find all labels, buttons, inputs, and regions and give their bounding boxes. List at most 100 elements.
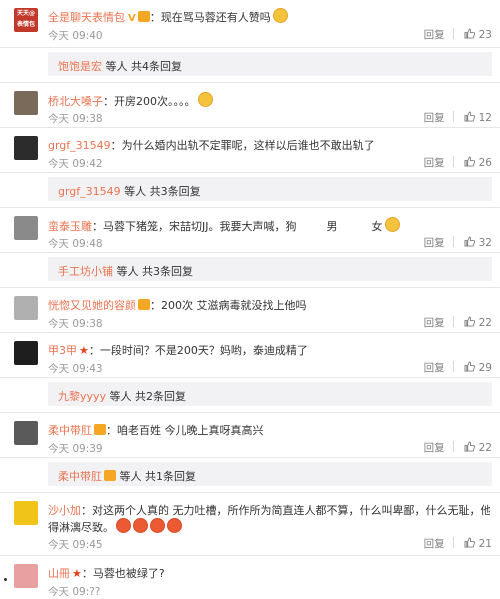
comment-text-part: 女 [371, 220, 383, 233]
verified-badge: V [128, 13, 136, 24]
thumbs-up-icon[interactable] [464, 361, 475, 372]
reply-button[interactable]: 回复 [424, 157, 445, 169]
subreply-summary[interactable]: grgf_31549 等人 共3条回复 [48, 177, 492, 201]
comment-text: ：为什么婚内出轨不定罪呢，这样以后谁也不敢出轨了 [110, 139, 375, 152]
like-count: 23 [478, 29, 492, 41]
subreply-count[interactable]: 等人 共4条回复 [102, 60, 182, 73]
subreply-user[interactable]: grgf_31549 [58, 185, 121, 198]
reply-button[interactable]: 回复 [424, 442, 445, 454]
subreply-summary[interactable]: 九黎yyyy 等人 共2条回复 [48, 382, 492, 406]
comment-item: 甲3甲 ★：一段时间？不是200天？妈哟，泰迪成精了 今天 09:43 回复 29 [0, 333, 500, 378]
comment-username[interactable]: 蛮泰玉雕 [48, 220, 92, 233]
comment-text: ：200次 艾滋病毒就没找上他吗 [150, 299, 307, 312]
avatar[interactable] [14, 564, 38, 588]
comment-actions: 回复 22 [424, 440, 492, 455]
thumbs-up-icon[interactable] [464, 441, 475, 452]
emoji-icon [116, 518, 131, 533]
thumbs-up-icon[interactable] [464, 156, 475, 167]
subreply-user[interactable]: 手工坊小铺 [58, 265, 113, 278]
comment-text: ：马蓉下猪笼，宋喆切JJ。我要大声喊，狗 [92, 220, 297, 233]
star-icon: ★ [72, 567, 82, 580]
subreply-summary[interactable]: 饱饱是宏 等人 共4条回复 [48, 52, 492, 76]
thumbs-up-icon[interactable] [464, 111, 475, 122]
comment-username[interactable]: grgf_31549 [48, 139, 111, 152]
comment-text: ：开房200次。。。。 [103, 95, 196, 108]
comment-username[interactable]: 沙小加 [48, 504, 81, 517]
reply-button[interactable]: 回复 [424, 112, 445, 124]
comment-feed: 天天@ 表情包 全是聊天表情包 V ：现在骂马蓉还有人赞吗 今天 09:40 回复 2… [0, 0, 500, 598]
comment-text-cont: 得淋漓尽致。 [48, 521, 114, 534]
comment-time: 今天 09:38 [48, 113, 103, 125]
subreply-block: 柔中带肛 等人 共1条回复 [0, 458, 500, 492]
comment-line: 桥北大嗓子：开房200次。。。。 [48, 92, 490, 109]
comment-time: 今天 09:48 [48, 238, 103, 250]
comment-line: 蛮泰玉雕：马蓉下猪笼，宋喆切JJ。我要大声喊，狗 男 女 [48, 217, 490, 234]
comment-text: ：马蓉也被绿了? [81, 567, 165, 580]
avatar[interactable] [14, 91, 38, 115]
avatar[interactable] [14, 421, 38, 445]
subreply-summary[interactable]: 手工坊小铺 等人 共3条回复 [48, 257, 492, 281]
thumbs-up-icon[interactable] [464, 236, 475, 247]
bullet-dot [4, 578, 7, 581]
avatar[interactable] [14, 216, 38, 240]
comment-item: 桥北大嗓子：开房200次。。。。 今天 09:38 回复 12 [0, 82, 500, 128]
comment-actions: 回复 23 [424, 27, 492, 42]
subreply-count[interactable]: 等人 共2条回复 [106, 390, 187, 403]
subreply-user[interactable]: 饱饱是宏 [58, 60, 102, 73]
avatar[interactable] [14, 296, 38, 320]
comment-time: 今天 09:40 [48, 30, 103, 42]
comment-text-part: 男 [326, 220, 338, 233]
comment-username[interactable]: 柔中带肛 [48, 424, 92, 437]
like-count: 12 [478, 112, 492, 124]
comment-item: 山冊 ★：马蓉也被绿了? 今天 09:?? [0, 556, 500, 598]
emoji-icon [167, 518, 182, 533]
comment-line: 得淋漓尽致。 [48, 518, 490, 535]
comment-item: 沙小加：对这两个人真的 无力吐槽，所作所为简直连人都不算，什么叫卑鄙，什么无耻，… [0, 492, 500, 556]
comment-item: 恍惚又见她的容颜 ：200次 艾滋病毒就没找上他吗 今天 09:38 回复 22 [0, 287, 500, 333]
subreply-summary[interactable]: 柔中带肛 等人 共1条回复 [48, 462, 492, 486]
comment-text: ：现在骂马蓉还有人赞吗 [149, 11, 271, 24]
comment-username[interactable]: 恍惚又见她的容颜 [48, 299, 136, 312]
reply-button[interactable]: 回复 [424, 237, 445, 249]
like-count: 29 [478, 362, 492, 374]
reply-button[interactable]: 回复 [424, 29, 445, 41]
subreply-count[interactable]: 等人 共3条回复 [121, 185, 201, 198]
avatar[interactable] [14, 501, 38, 525]
subreply-count[interactable]: 等人 共1条回复 [116, 470, 196, 483]
comment-username[interactable]: 全是聊天表情包 [48, 11, 125, 24]
comment-time: 今天 09:39 [48, 443, 103, 455]
avatar[interactable] [14, 341, 38, 365]
like-count: 21 [478, 538, 492, 550]
divider [452, 28, 454, 39]
reply-button[interactable]: 回复 [424, 538, 445, 550]
reply-button[interactable]: 回复 [424, 362, 445, 374]
member-icon [138, 299, 150, 310]
thumbs-up-icon[interactable] [464, 28, 475, 39]
comment-actions: 回复 22 [424, 315, 492, 330]
reply-button[interactable]: 回复 [424, 317, 445, 329]
comment-time: 今天 09:38 [48, 318, 103, 330]
comment-item: 蛮泰玉雕：马蓉下猪笼，宋喆切JJ。我要大声喊，狗 男 女 今天 09:48 回复 32 [0, 207, 500, 253]
avatar[interactable]: 天天@ 表情包 [14, 8, 38, 32]
comment-item: 天天@ 表情包 全是聊天表情包 V ：现在骂马蓉还有人赞吗 今天 09:40 回复 2… [0, 0, 500, 48]
member-icon [137, 11, 150, 22]
subreply-block: 九黎yyyy 等人 共2条回复 [0, 378, 500, 412]
subreply-block: 饱饱是宏 等人 共4条回复 [0, 48, 500, 82]
subreply-count[interactable]: 等人 共3条回复 [113, 265, 193, 278]
avatar[interactable] [14, 136, 38, 160]
comment-line: 甲3甲 ★：一段时间？不是200天？妈哟，泰迪成精了 [48, 342, 490, 358]
comment-time: 今天 09:?? [48, 586, 101, 598]
comment-line: 山冊 ★：马蓉也被绿了? [48, 565, 490, 581]
emoji-icon [150, 518, 165, 533]
comment-username[interactable]: 山冊 [48, 567, 70, 580]
comment-text: ：对这两个人真的 无力吐槽，所作所为简直连人都不算，什么叫卑鄙，什么无耻，他们表… [81, 504, 490, 517]
comment-username[interactable]: 桥北大嗓子 [48, 95, 103, 108]
subreply-user[interactable]: 柔中带肛 [58, 470, 102, 483]
comment-item: 柔中带肛 ：咱老百姓 今儿晚上真呀真高兴 今天 09:39 回复 22 [0, 412, 500, 458]
comment-actions: 回复 12 [424, 110, 492, 125]
thumbs-up-icon[interactable] [464, 537, 475, 548]
thumbs-up-icon[interactable] [464, 316, 475, 327]
like-count: 22 [478, 317, 492, 329]
comment-username[interactable]: 甲3甲 [48, 344, 77, 357]
subreply-user[interactable]: 九黎yyyy [58, 390, 106, 403]
